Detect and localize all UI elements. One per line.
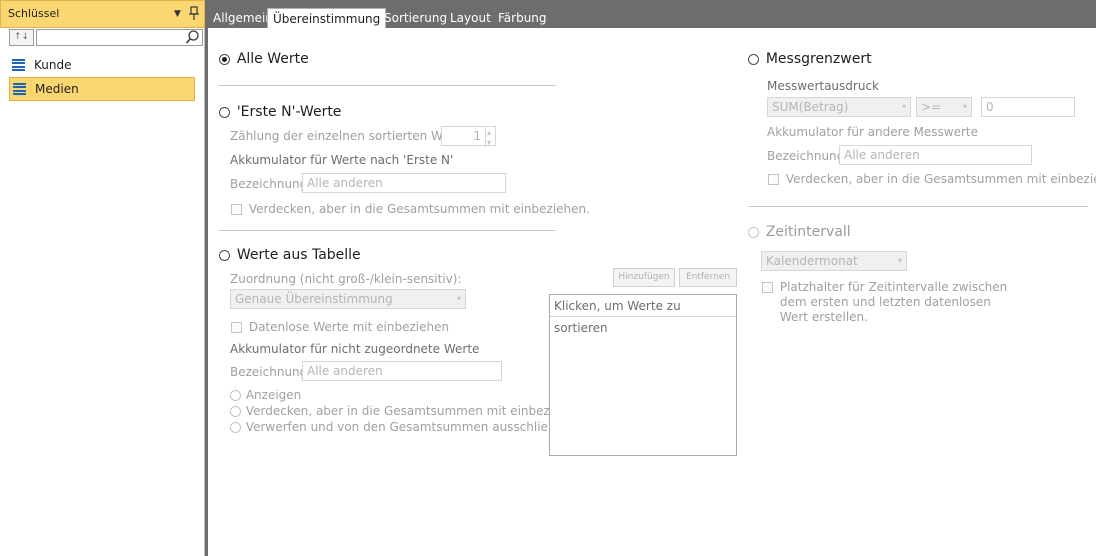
measure-designation-field[interactable]: Alle anderen <box>839 145 1032 165</box>
key-item-label: Kunde <box>34 58 72 72</box>
checkbox-icon[interactable] <box>231 204 242 215</box>
mapping-value: Genaue Übereinstimmung <box>235 292 393 306</box>
keys-pane: Schlüssel ▼ ↑↓ Kunde Medien <box>0 0 205 556</box>
divider <box>219 85 556 86</box>
measure-threshold-option[interactable]: Messgrenzwert <box>748 51 872 67</box>
radio-icon[interactable] <box>219 250 230 261</box>
tab-strip: Allgemein Übereinstimmung Sortierung Lay… <box>208 0 1096 28</box>
keys-pane-title: Schlüssel <box>8 7 60 20</box>
key-item-label: Medien <box>35 82 79 96</box>
count-label: Zählung der einzelnen sortierten Werte: <box>230 129 471 143</box>
table-designation-label: Bezeichnung: <box>230 365 312 379</box>
time-interval-option[interactable]: Zeitintervall <box>748 224 851 240</box>
expression-label: Messwertausdruck <box>767 79 879 93</box>
all-values-option[interactable]: Alle Werte <box>219 51 309 67</box>
tab-layout[interactable]: Layout <box>445 8 496 28</box>
checkbox-icon[interactable] <box>768 174 779 185</box>
threshold-field[interactable]: 0 <box>981 97 1075 117</box>
discard-label: Verwerfen und von den Gesamtsummen aussc… <box>245 420 571 434</box>
top-n-designation-label: Bezeichnung: <box>230 177 312 191</box>
top-n-hide-label: Verdecken, aber in die Gesamtsummen mit … <box>248 202 590 216</box>
search-icon[interactable] <box>184 29 201 46</box>
measure-designation-label: Bezeichnung: <box>767 149 849 163</box>
show-option[interactable]: Anzeigen <box>230 388 301 402</box>
divider <box>748 206 1088 207</box>
tab-faerbung[interactable]: Färbung <box>493 8 552 28</box>
radio-icon[interactable] <box>748 54 759 65</box>
pin-icon[interactable] <box>187 5 201 21</box>
key-item-kunde[interactable]: Kunde <box>9 53 195 77</box>
chevron-down-icon[interactable]: ▼ <box>174 9 181 19</box>
tab-uebereinstimmung[interactable]: Übereinstimmung <box>267 8 387 28</box>
from-table-option[interactable]: Werte aus Tabelle <box>219 247 361 263</box>
top-n-option[interactable]: 'Erste N'-Werte <box>219 104 341 120</box>
divider <box>219 230 556 231</box>
measure-threshold-label: Messgrenzwert <box>765 51 872 67</box>
time-interval-label: Zeitintervall <box>765 224 851 240</box>
sort-toggle-button[interactable]: ↑↓ <box>9 29 34 46</box>
radio-icon[interactable] <box>230 406 241 417</box>
measure-hide-option[interactable]: Verdecken, aber in die Gesamtsummen mit … <box>768 172 1096 186</box>
count-value: 1 <box>473 129 481 143</box>
show-label: Anzeigen <box>245 388 302 402</box>
table-accumulator-label: Akkumulator für nicht zugeordnete Werte <box>230 342 480 356</box>
discard-option[interactable]: Verwerfen und von den Gesamtsummen aussc… <box>230 420 571 434</box>
radio-icon[interactable] <box>230 390 241 401</box>
key-search-input[interactable] <box>36 29 203 46</box>
mapping-label: Zuordnung (nicht groß-/klein-sensitiv): <box>230 272 462 286</box>
key-item-medien[interactable]: Medien <box>9 77 195 101</box>
operator-select[interactable]: >= ▾ <box>916 97 972 117</box>
interval-select[interactable]: Kalendermonat ▾ <box>761 251 907 271</box>
keys-pane-header: Schlüssel ▼ <box>0 0 205 28</box>
operator-value: >= <box>921 100 942 114</box>
interval-value: Kalendermonat <box>766 254 858 268</box>
mapping-select[interactable]: Genaue Übereinstimmung ▾ <box>230 289 466 309</box>
all-values-label: Alle Werte <box>236 51 309 67</box>
remove-button[interactable]: Entfernen <box>679 268 737 287</box>
top-n-hide-option[interactable]: Verdecken, aber in die Gesamtsummen mit … <box>231 202 590 216</box>
matching-panel: Alle Werte 'Erste N'-Werte Zählung der e… <box>208 28 1096 556</box>
placeholder-line-2: dem ersten und letzten datenlosen <box>779 295 991 309</box>
list-icon <box>13 83 26 95</box>
top-n-label: 'Erste N'-Werte <box>236 104 342 120</box>
placeholder-line-1: Platzhalter für Zeitintervalle zwischen <box>779 280 1008 294</box>
stepper-arrows-icon[interactable] <box>485 124 495 152</box>
dropdown-arrow-icon: ▾ <box>456 294 461 303</box>
radio-selected-icon[interactable] <box>219 54 230 65</box>
checkbox-icon[interactable] <box>762 282 773 293</box>
include-dataless-label: Datenlose Werte mit einbeziehen <box>248 320 450 334</box>
value-list[interactable]: Klicken, um Werte zu sortieren <box>549 294 737 456</box>
value-list-header[interactable]: Klicken, um Werte zu sortieren <box>550 295 736 335</box>
placeholder-intervals-option[interactable]: Platzhalter für Zeitintervalle zwischen … <box>762 280 1007 325</box>
include-dataless-option[interactable]: Datenlose Werte mit einbeziehen <box>231 320 449 334</box>
measure-hide-label: Verdecken, aber in die Gesamtsummen mit … <box>785 172 1096 186</box>
expression-select[interactable]: SUM(Betrag) ▾ <box>767 97 911 117</box>
hide-include-label: Verdecken, aber in die Gesamtsummen mit … <box>245 404 587 418</box>
placeholder-line-3: Wert erstellen. <box>779 310 868 324</box>
checkbox-icon[interactable] <box>231 322 242 333</box>
radio-icon[interactable] <box>748 227 759 238</box>
add-button[interactable]: Hinzufügen <box>613 268 675 287</box>
radio-icon[interactable] <box>219 107 230 118</box>
radio-icon[interactable] <box>230 422 241 433</box>
from-table-label: Werte aus Tabelle <box>236 247 361 263</box>
top-n-designation-field[interactable]: Alle anderen <box>302 173 506 193</box>
dropdown-arrow-icon: ▾ <box>897 256 902 265</box>
hide-include-option[interactable]: Verdecken, aber in die Gesamtsummen mit … <box>230 404 587 418</box>
dropdown-arrow-icon: ▾ <box>901 102 906 111</box>
dropdown-arrow-icon: ▾ <box>962 102 967 111</box>
table-designation-field[interactable]: Alle anderen <box>302 361 502 381</box>
top-n-accumulator-label: Akkumulator für Werte nach 'Erste N' <box>230 153 454 167</box>
expression-value: SUM(Betrag) <box>772 100 849 114</box>
count-stepper[interactable]: 1 <box>441 124 496 152</box>
measure-accumulator-label: Akkumulator für andere Messwerte <box>767 125 978 139</box>
list-icon <box>12 59 25 71</box>
tab-sortierung[interactable]: Sortierung <box>379 8 452 28</box>
